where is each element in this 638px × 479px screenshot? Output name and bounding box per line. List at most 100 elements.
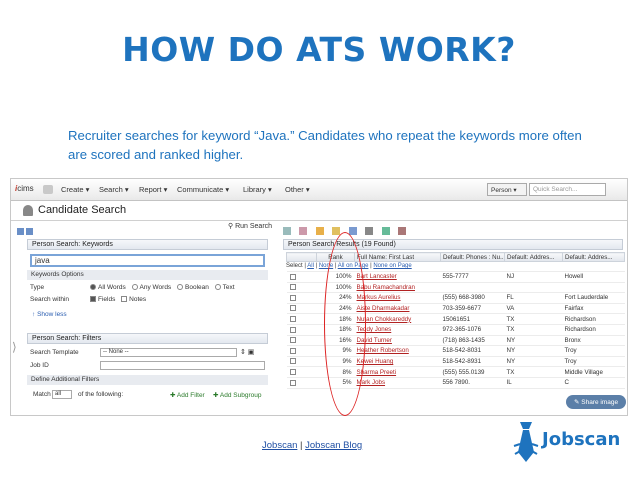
row-checkbox[interactable] — [286, 292, 317, 304]
row-full-name[interactable]: Babu Ramachandran — [354, 282, 441, 294]
print-icon[interactable] — [365, 227, 374, 235]
row-city: Howell — [562, 271, 625, 283]
row-checkbox[interactable] — [286, 366, 317, 378]
rank-highlight-oval — [324, 232, 366, 416]
menu-communicate[interactable]: Communicate ▾ — [177, 185, 229, 194]
col-address-state[interactable]: Default: Addres... — [504, 252, 563, 262]
row-checkbox[interactable] — [286, 345, 317, 357]
row-full-name[interactable]: Bart Lancaster — [354, 271, 441, 283]
match-select[interactable]: all — [52, 390, 72, 399]
row-full-name[interactable]: Nutan Chokkareddy — [354, 313, 441, 325]
row-state: IL — [504, 377, 563, 389]
radio-any-words[interactable] — [131, 284, 138, 291]
share-image-button[interactable]: ✎ Share image — [566, 395, 626, 409]
row-phone: (555) 555.0139 — [440, 366, 505, 378]
row-checkbox[interactable] — [286, 377, 317, 389]
page-header: Candidate Search — [11, 201, 627, 221]
row-city — [562, 282, 625, 294]
jobscan-tie-icon — [513, 422, 539, 462]
checkbox-notes[interactable] — [121, 296, 128, 303]
calendar-icon[interactable] — [299, 227, 308, 235]
folder-icon[interactable] — [315, 227, 324, 235]
job-id-input[interactable] — [100, 361, 265, 370]
edit-icon — [26, 228, 33, 235]
footer-links: Jobscan | Jobscan Blog — [262, 440, 363, 451]
panel-nav-icons[interactable] — [17, 222, 37, 235]
jobscan-wordmark: Jobscan — [542, 429, 621, 450]
col-select[interactable] — [286, 252, 317, 262]
menu-create[interactable]: Create ▾ — [61, 185, 89, 194]
radio-text[interactable] — [214, 284, 221, 291]
collapse-chevron-icon[interactable]: ⟩ — [12, 340, 17, 354]
jobscan-link[interactable]: Jobscan — [262, 440, 297, 451]
row-full-name[interactable]: Markus Aurelius — [354, 292, 441, 304]
row-full-name[interactable]: David Turner — [354, 335, 441, 347]
search-within-label: Search within — [30, 296, 70, 303]
menu-report[interactable]: Report ▾ — [139, 185, 167, 194]
menu-search[interactable]: Search ▾ — [99, 185, 129, 194]
show-less-link[interactable]: ↑ Show less — [32, 311, 67, 318]
row-state: FL — [504, 292, 563, 304]
app-logo[interactable]: icims — [15, 184, 34, 193]
define-filters-title: Define Additional Filters — [27, 375, 268, 385]
export-icon[interactable] — [381, 227, 390, 235]
keyword-input[interactable]: java — [30, 254, 265, 267]
row-city: Troy — [562, 356, 625, 368]
filters-panel-title: Person Search: Filters — [27, 333, 268, 344]
row-checkbox[interactable] — [286, 356, 317, 368]
person-icon — [23, 205, 33, 216]
grid-icon[interactable] — [283, 227, 291, 235]
template-icons[interactable]: ⇕ ▣ — [240, 348, 254, 356]
menu-library[interactable]: Library ▾ — [243, 185, 272, 194]
row-full-name[interactable]: Mark Jobs — [354, 377, 441, 389]
select-all-link[interactable]: All — [307, 263, 314, 269]
keywords-panel-title: Person Search: Keywords — [27, 239, 268, 250]
jobscan-blog-link[interactable]: Jobscan Blog — [305, 440, 362, 451]
row-phone: 703-359-6677 — [440, 303, 505, 315]
tag-icon[interactable] — [398, 227, 407, 235]
row-city: Fort Lauderdale — [562, 292, 625, 304]
row-checkbox[interactable] — [286, 271, 317, 283]
col-address-city[interactable]: Default: Addres... — [562, 252, 625, 262]
row-city: Richardson — [562, 324, 625, 336]
of-following-label: of the following: — [78, 391, 124, 398]
row-state: NY — [504, 356, 563, 368]
row-phone: 518-542-8031 — [440, 345, 505, 357]
add-filter-button[interactable]: ✚ Add Filter — [170, 391, 205, 399]
row-city: Bronx — [562, 335, 625, 347]
row-phone: 518-542-8931 — [440, 356, 505, 368]
col-phones[interactable]: Default: Phones : Nu... — [440, 252, 505, 262]
match-label: Match — [33, 391, 51, 398]
run-search-button[interactable]: ⚲ Run Search — [228, 222, 272, 230]
row-full-name[interactable]: Heather Robertson — [354, 345, 441, 357]
home-icon[interactable] — [43, 185, 53, 194]
add-subgroup-button[interactable]: ✚ Add Subgroup — [213, 391, 261, 399]
row-checkbox[interactable] — [286, 303, 317, 315]
row-full-name[interactable]: Aiste Dharmakadar — [354, 303, 441, 315]
radio-boolean[interactable] — [177, 284, 183, 291]
row-full-name[interactable]: Kewei Huang — [354, 356, 441, 368]
row-checkbox[interactable] — [286, 335, 317, 347]
row-full-name[interactable]: Teddy Jones — [354, 324, 441, 336]
row-checkbox[interactable] — [286, 282, 317, 294]
row-checkbox[interactable] — [286, 324, 317, 336]
col-full-name[interactable]: Full Name: First Last — [354, 252, 441, 262]
job-id-label: Job ID — [30, 362, 49, 369]
person-select[interactable]: Person ▾ — [487, 183, 527, 196]
row-full-name[interactable]: Sharma Preeti — [354, 366, 441, 378]
checkbox-fields[interactable] — [90, 296, 96, 303]
menu-other[interactable]: Other ▾ — [285, 185, 310, 194]
search-template-select[interactable]: -- None -- — [100, 348, 237, 357]
row-phone: (718) 863-1435 — [440, 335, 505, 347]
row-state: TX — [504, 313, 563, 325]
radio-all-words[interactable] — [90, 284, 96, 291]
row-city: Troy — [562, 345, 625, 357]
row-checkbox[interactable] — [286, 313, 317, 325]
search-template-label: Search Template — [30, 349, 79, 356]
quick-search-input[interactable]: Quick Search... — [529, 183, 606, 196]
select-none-on-page-link[interactable]: None on Page — [373, 263, 411, 269]
arrow-icon — [17, 228, 24, 235]
row-state: NY — [504, 345, 563, 357]
page-title: Candidate Search — [38, 204, 127, 216]
row-city: C — [562, 377, 625, 389]
